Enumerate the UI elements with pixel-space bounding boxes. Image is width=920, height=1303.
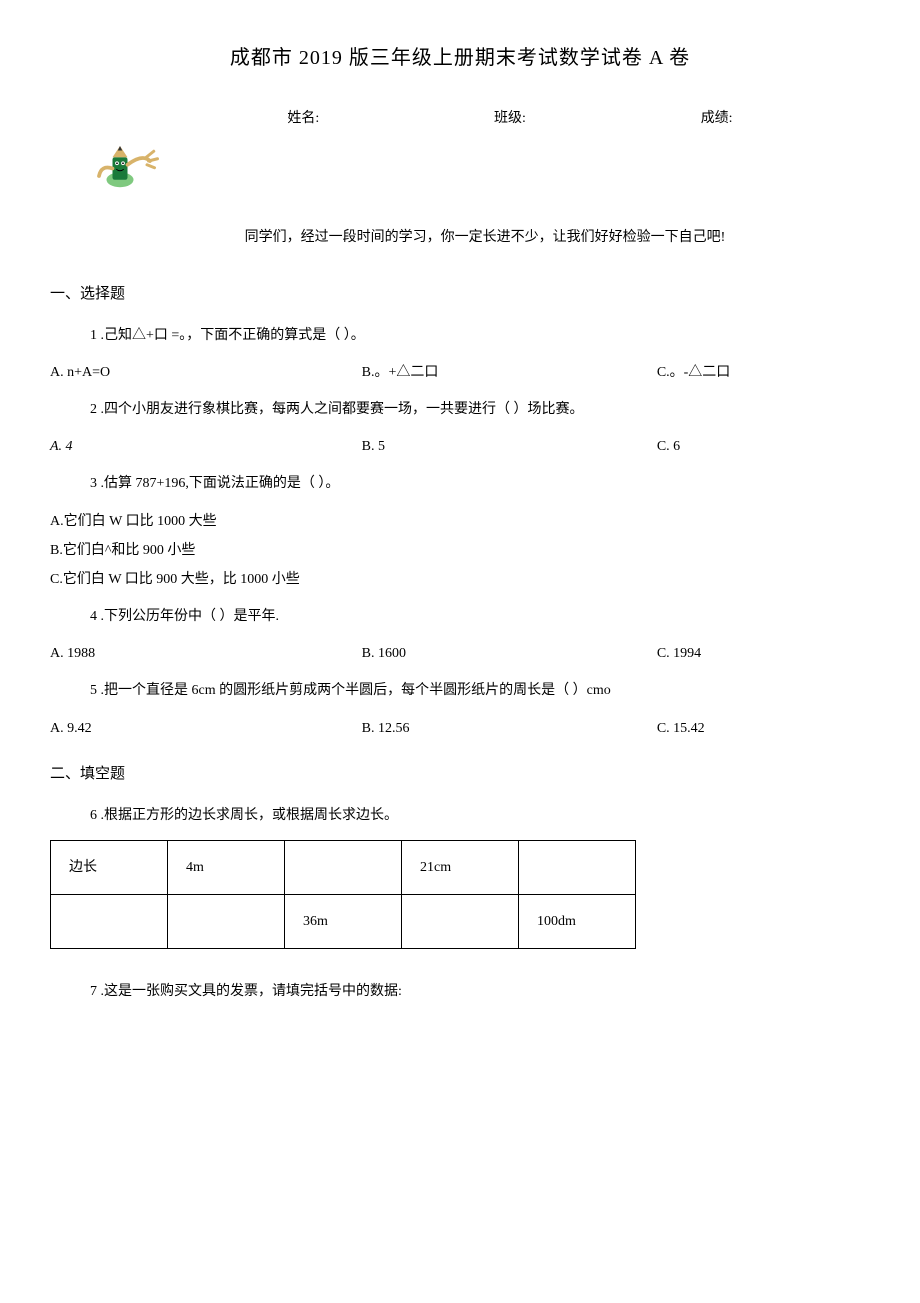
q6-r2c1 bbox=[51, 895, 168, 949]
class-label: 班级: bbox=[494, 106, 526, 131]
q2-option-b: B. 5 bbox=[362, 434, 657, 459]
q4-options: A. 1988 B. 1600 C. 1994 bbox=[50, 641, 870, 666]
q6-stem: 6 .根据正方形的边长求周长，或根据周长求边长。 bbox=[90, 803, 870, 828]
section-2-heading: 二、填空题 bbox=[50, 761, 870, 788]
q6-r1c4: 21cm bbox=[402, 841, 519, 895]
section-1-heading: 一、选择题 bbox=[50, 281, 870, 308]
q3-option-a: A.它们白 W 口比 1000 大些 bbox=[50, 509, 870, 534]
score-label: 成绩: bbox=[701, 106, 733, 131]
q3-stem: 3 .估算 787+196,下面说法正确的是（ ）。 bbox=[90, 471, 870, 496]
q1-option-b: B.。+△二口 bbox=[362, 360, 657, 385]
q6-r2c3: 36m bbox=[285, 895, 402, 949]
q6-r1c1: 边长 bbox=[51, 841, 168, 895]
q4-option-b: B. 1600 bbox=[362, 641, 657, 666]
q1-option-c: C.。-△二口 bbox=[657, 360, 870, 385]
page-title: 成都市 2019 版三年级上册期末考试数学试卷 A 卷 bbox=[50, 40, 870, 76]
pencil-character-icon bbox=[90, 141, 165, 196]
q4-option-c: C. 1994 bbox=[657, 641, 870, 666]
q6-r1c3 bbox=[285, 841, 402, 895]
q6-r2c2 bbox=[168, 895, 285, 949]
q4-option-a: A. 1988 bbox=[50, 641, 362, 666]
q5-options: A. 9.42 B. 12.56 C. 15.42 bbox=[50, 716, 870, 741]
q5-stem: 5 .把一个直径是 6cm 的圆形纸片剪成两个半圆后，每个半圆形纸片的周长是（ … bbox=[90, 678, 870, 703]
q6-table: 边长 4m 21cm 36m 100dm bbox=[50, 840, 636, 949]
q6-r2c4 bbox=[402, 895, 519, 949]
q3-option-b: B.它们白^和比 900 小些 bbox=[50, 538, 870, 563]
q1-option-a: A. n+A=O bbox=[50, 360, 362, 385]
intro-text: 同学们，经过一段时间的学习，你一定长进不少，让我们好好检验一下自己吧! bbox=[50, 225, 870, 250]
q6-r1c2: 4m bbox=[168, 841, 285, 895]
q5-option-b: B. 12.56 bbox=[362, 716, 657, 741]
q2-option-a: A. 4 bbox=[50, 439, 73, 454]
q6-r2c5: 100dm bbox=[519, 895, 636, 949]
q1-options: A. n+A=O B.。+△二口 C.。-△二口 bbox=[50, 360, 870, 385]
header-fields: 姓名: 班级: 成绩: bbox=[50, 106, 870, 131]
q2-option-c: C. 6 bbox=[657, 434, 870, 459]
q5-option-a: A. 9.42 bbox=[50, 716, 362, 741]
q5-option-c: C. 15.42 bbox=[657, 716, 870, 741]
pencil-illustration bbox=[90, 141, 870, 205]
q3-option-c: C.它们白 W 口比 900 大些，比 1000 小些 bbox=[50, 567, 870, 592]
q6-r1c5 bbox=[519, 841, 636, 895]
q7-stem: 7 .这是一张购买文具的发票，请填完括号中的数据: bbox=[90, 979, 870, 1004]
q2-options: A. 4 B. 5 C. 6 bbox=[50, 434, 870, 459]
q2-stem: 2 .四个小朋友进行象棋比赛，每两人之间都要赛一场，一共要进行（ ）场比赛。 bbox=[90, 397, 870, 422]
name-label: 姓名: bbox=[287, 106, 319, 131]
q4-stem: 4 .下列公历年份中（ ）是平年. bbox=[90, 604, 870, 629]
q1-stem: 1 .己知△+口 =。，下面不正确的算式是（ ）。 bbox=[90, 323, 870, 348]
